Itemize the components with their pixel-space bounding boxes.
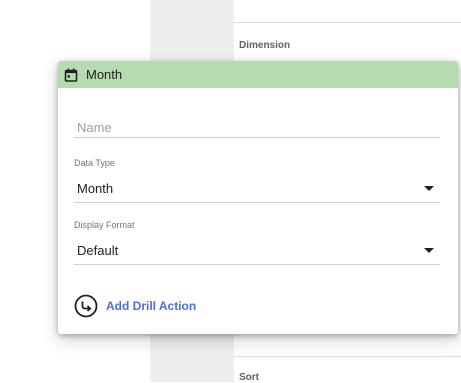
display-format-caption: Display Format — [74, 220, 135, 230]
name-field[interactable]: Name — [74, 116, 440, 138]
popup-title: Month — [86, 67, 123, 82]
dimension-section-label: Dimension — [239, 40, 291, 51]
add-drill-action-button[interactable]: Add Drill Action — [74, 294, 196, 318]
data-type-select[interactable]: Data Type Month — [74, 158, 440, 204]
data-type-caption: Data Type — [74, 158, 115, 168]
add-drill-action-label: Add Drill Action — [106, 299, 197, 313]
data-type-underline — [74, 202, 440, 203]
chevron-down-icon[interactable] — [424, 186, 434, 191]
data-type-value: Month — [77, 181, 114, 196]
chevron-down-icon[interactable] — [424, 248, 434, 253]
panel-divider — [234, 356, 461, 357]
name-underline — [74, 137, 440, 138]
drill-return-arrow-icon — [74, 294, 98, 318]
dimension-edit-popup: Month Name Data Type Month Display Forma… — [58, 61, 458, 334]
display-format-value: Default — [77, 243, 119, 258]
sort-section-label: Sort — [239, 372, 259, 383]
name-placeholder: Name — [77, 120, 112, 135]
display-format-select[interactable]: Display Format Default — [74, 220, 440, 266]
popup-header: Month — [58, 61, 458, 88]
calendar-icon — [64, 68, 78, 82]
panel-divider — [234, 22, 461, 23]
display-format-underline — [74, 264, 440, 265]
